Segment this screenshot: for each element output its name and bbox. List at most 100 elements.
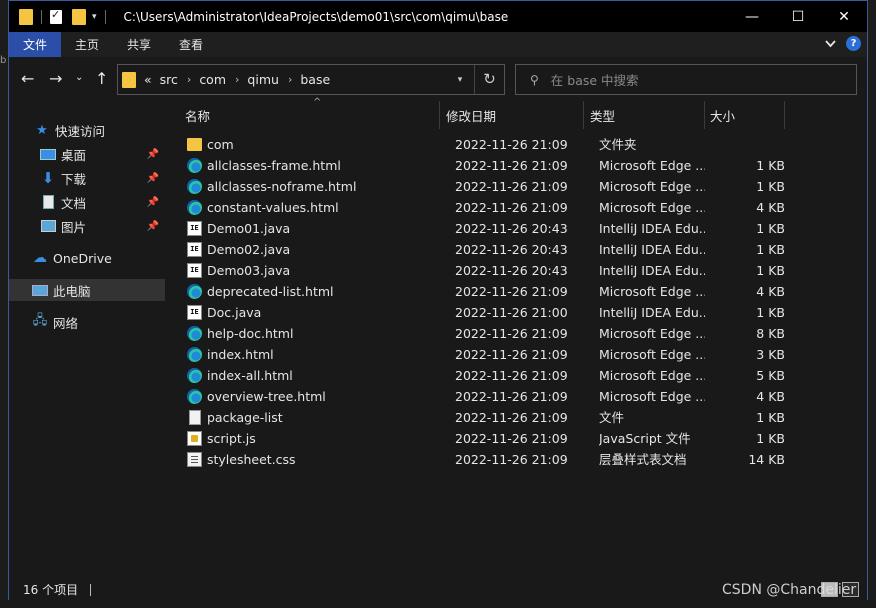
- file-size: [710, 134, 785, 155]
- sidebar-item-this-pc[interactable]: 此电脑: [9, 279, 165, 301]
- title-separator: [41, 9, 42, 24]
- close-button[interactable]: ✕: [821, 1, 867, 32]
- search-box[interactable]: ⚲ 在 base 中搜索: [515, 64, 857, 95]
- file-size: 4 KB: [756, 389, 785, 404]
- column-divider[interactable]: [784, 101, 785, 129]
- file-row[interactable]: deprecated-list.html 2022-11-26 21:09 Micr…: [165, 281, 867, 302]
- sidebar-item-pictures[interactable]: 图片 📌: [9, 215, 165, 237]
- column-header-date[interactable]: 修改日期: [446, 101, 584, 129]
- chevron-right-icon[interactable]: ›: [288, 73, 292, 86]
- breadcrumb-qimu[interactable]: qimu: [247, 72, 279, 87]
- watermark: CSDN @Chandelier: [722, 582, 857, 598]
- quick-access-dropdown-icon[interactable]: ▾: [92, 12, 97, 22]
- search-input[interactable]: 在 base 中搜索: [551, 70, 639, 89]
- column-divider[interactable]: [704, 101, 705, 129]
- file-row[interactable]: IE Demo03.java 2022-11-26 20:43 IntelliJ ID…: [165, 260, 867, 281]
- file-row[interactable]: IE Demo01.java 2022-11-26 20:43 IntelliJ ID…: [165, 218, 867, 239]
- file-type: 层叠样式表文档: [599, 452, 687, 467]
- file-row[interactable]: overview-tree.html 2022-11-26 21:09 Micros…: [165, 386, 867, 407]
- file-size: 14 KB: [748, 452, 785, 467]
- tab-share[interactable]: 共享: [113, 32, 165, 57]
- tab-file[interactable]: 文件: [9, 32, 62, 57]
- file-name: com: [207, 137, 234, 152]
- file-size: 1 KB: [756, 305, 785, 320]
- file-row[interactable]: index.html 2022-11-26 21:09 Microsoft Edge…: [165, 344, 867, 365]
- new-folder-icon[interactable]: [72, 8, 86, 25]
- file-row[interactable]: stylesheet.css 2022-11-26 21:09 层叠样式表文档 14 …: [165, 449, 867, 470]
- column-header-label: 大小: [710, 108, 736, 124]
- chevron-right-icon[interactable]: ›: [187, 73, 191, 86]
- file-name: constant-values.html: [207, 200, 339, 215]
- documents-icon: [39, 195, 57, 209]
- breadcrumb-overflow[interactable]: «: [144, 72, 152, 87]
- file-row[interactable]: index-all.html 2022-11-26 21:09 Microsoft …: [165, 365, 867, 386]
- column-divider[interactable]: [583, 101, 584, 129]
- file-name: stylesheet.css: [207, 452, 296, 467]
- up-button[interactable]: ↑: [95, 69, 108, 88]
- sidebar-item-quick-access[interactable]: ★ 快速访问: [9, 119, 165, 141]
- pin-icon[interactable]: 📌: [147, 173, 159, 184]
- background-fragment: b: [0, 55, 7, 66]
- file-type: IntelliJ IDEA Edu...: [599, 221, 705, 236]
- address-bar[interactable]: « src › com › qimu › base ▾ ↻: [117, 64, 505, 95]
- breadcrumb-src[interactable]: src: [160, 72, 178, 87]
- breadcrumb-base[interactable]: base: [300, 72, 330, 87]
- column-header-size[interactable]: 大小: [710, 101, 784, 129]
- column-divider[interactable]: [439, 101, 440, 129]
- sidebar-item-downloads[interactable]: ⬇ 下载 📌: [9, 167, 165, 189]
- file-row[interactable]: IE Doc.java 2022-11-26 21:00 IntelliJ IDEA …: [165, 302, 867, 323]
- column-header-type[interactable]: 类型: [590, 101, 704, 129]
- file-date: 2022-11-26 21:09: [455, 137, 568, 152]
- cloud-icon: ☁: [33, 250, 47, 266]
- recent-locations-button[interactable]: ⌄: [75, 72, 83, 83]
- file-date: 2022-11-26 21:09: [455, 326, 568, 341]
- pin-icon[interactable]: 📌: [147, 221, 159, 232]
- tab-home[interactable]: 主页: [61, 32, 113, 57]
- file-name: overview-tree.html: [207, 389, 326, 404]
- file-date: 2022-11-26 20:43: [455, 221, 568, 236]
- sidebar-item-desktop[interactable]: 桌面 📌: [9, 143, 165, 165]
- breadcrumb-com[interactable]: com: [199, 72, 226, 87]
- file-row[interactable]: help-doc.html 2022-11-26 21:09 Microsoft E…: [165, 323, 867, 344]
- minimize-button[interactable]: —: [729, 1, 775, 32]
- file-date: 2022-11-26 21:00: [455, 305, 568, 320]
- pictures-icon: [39, 219, 57, 233]
- file-row[interactable]: package-list 2022-11-26 21:09 文件 1 KB: [165, 407, 867, 428]
- file-name: allclasses-frame.html: [207, 158, 341, 173]
- file-size: 8 KB: [756, 326, 785, 341]
- properties-icon[interactable]: [50, 8, 62, 24]
- star-icon: ★: [36, 122, 48, 138]
- file-row[interactable]: allclasses-noframe.html 2022-11-26 21:09 M…: [165, 176, 867, 197]
- file-date: 2022-11-26 21:09: [455, 452, 568, 467]
- help-icon[interactable]: ?: [846, 36, 861, 51]
- sidebar-item-onedrive[interactable]: ☁ OneDrive: [9, 247, 165, 269]
- computer-icon: [31, 283, 49, 297]
- pin-icon[interactable]: 📌: [147, 197, 159, 208]
- column-header-name[interactable]: 名称: [185, 101, 439, 129]
- file-row[interactable]: allclasses-frame.html 2022-11-26 21:09 Mic…: [165, 155, 867, 176]
- sidebar-item-label: 文档: [61, 195, 87, 211]
- sidebar-item-network[interactable]: 🖧 网络: [9, 311, 165, 333]
- refresh-icon[interactable]: ↻: [474, 65, 504, 94]
- edge-browser-icon: [187, 326, 202, 341]
- file-type: IntelliJ IDEA Edu...: [599, 305, 705, 320]
- file-row[interactable]: IE Demo02.java 2022-11-26 20:43 IntelliJ ID…: [165, 239, 867, 260]
- maximize-button[interactable]: ☐: [775, 1, 821, 32]
- tab-view[interactable]: 查看: [165, 32, 217, 57]
- sidebar-item-label: 下载: [61, 171, 87, 187]
- title-separator: [104, 9, 106, 24]
- address-dropdown-icon[interactable]: ▾: [446, 75, 474, 85]
- forward-button[interactable]: →: [49, 69, 62, 88]
- pin-icon[interactable]: 📌: [147, 149, 159, 160]
- file-type: Microsoft Edge ...: [599, 368, 705, 383]
- ribbon-expand-icon[interactable]: [825, 39, 836, 48]
- sidebar-item-documents[interactable]: 文档 📌: [9, 191, 165, 213]
- sidebar-item-label: 图片: [61, 219, 87, 235]
- chevron-right-icon[interactable]: ›: [235, 73, 239, 86]
- file-row[interactable]: com 2022-11-26 21:09 文件夹: [165, 134, 867, 155]
- file-date: 2022-11-26 21:09: [455, 284, 568, 299]
- file-row[interactable]: constant-values.html 2022-11-26 21:09 Micr…: [165, 197, 867, 218]
- file-name: help-doc.html: [207, 326, 294, 341]
- file-row[interactable]: script.js 2022-11-26 21:09 JavaScript 文件 1 …: [165, 428, 867, 449]
- back-button[interactable]: ←: [21, 69, 34, 88]
